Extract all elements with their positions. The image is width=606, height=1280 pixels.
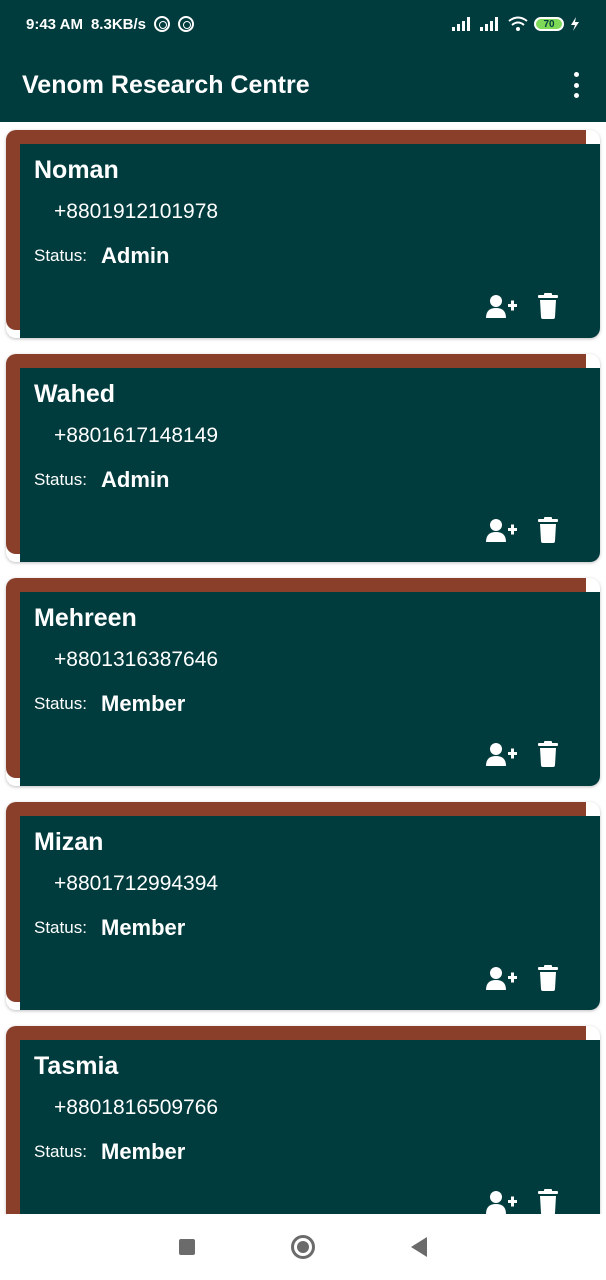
member-card[interactable]: Mizan +8801712994394 Status: Member [6,802,600,1010]
home-button[interactable] [291,1235,315,1259]
add-user-icon[interactable] [486,964,518,992]
member-name: Tasmia [34,1052,119,1080]
member-card[interactable]: Wahed +8801617148149 Status: Admin [6,354,600,562]
member-name: Mizan [34,828,104,856]
member-phone: +8801617148149 [54,424,219,447]
delete-icon[interactable] [532,516,564,544]
status-network-speed: 8.3KB/s [90,15,146,33]
member-phone: +8801712994394 [54,872,219,895]
member-status: Admin [101,243,170,268]
add-user-icon[interactable] [486,292,518,320]
delete-icon[interactable] [532,292,564,320]
system-nav-bar [0,1214,606,1280]
sync-icon [154,16,170,32]
status-label: Status: [34,470,87,489]
charging-icon [571,17,579,31]
app-bar: Venom Research Centre [0,48,606,122]
member-card[interactable]: Mehreen +8801316387646 Status: Member [6,578,600,786]
member-phone: +8801912101978 [54,200,219,223]
member-name: Noman [34,156,119,184]
add-user-icon[interactable] [486,1188,518,1214]
battery-icon: 70 [534,17,564,31]
signal-icon [452,17,470,31]
status-label: Status: [34,918,87,937]
hotspot-icon [178,16,194,32]
status-bar: 9:43 AM 8.3KB/s 70 [0,0,606,48]
member-status: Member [101,691,186,716]
page-title: Venom Research Centre [22,70,310,99]
member-status: Member [101,915,186,940]
status-time: 9:43 AM [26,15,83,33]
member-phone: +8801316387646 [54,648,219,671]
card-panel: Noman +8801912101978 Status: Admin [20,144,600,338]
member-phone: +8801816509766 [54,1096,219,1119]
member-name: Mehreen [34,604,137,632]
member-name: Wahed [34,380,116,408]
delete-icon[interactable] [532,1188,564,1214]
wifi-icon [508,16,528,31]
delete-icon[interactable] [532,740,564,768]
member-card[interactable]: Noman +8801912101978 Status: Admin [6,130,600,338]
add-user-icon[interactable] [486,516,518,544]
status-label: Status: [34,1142,87,1161]
signal-icon [480,17,498,31]
member-card[interactable]: Tasmia +8801816509766 Status: Member [6,1026,600,1214]
recents-button[interactable] [179,1239,195,1255]
member-status: Member [101,1139,186,1164]
add-user-icon[interactable] [486,740,518,768]
overflow-menu-icon[interactable] [564,72,588,98]
delete-icon[interactable] [532,964,564,992]
member-status: Admin [101,467,170,492]
card-panel: Mizan +8801712994394 Status: Member [20,816,600,1010]
back-button[interactable] [411,1237,427,1257]
status-label: Status: [34,246,87,265]
card-panel: Mehreen +8801316387646 Status: Member [20,592,600,786]
card-panel: Tasmia +8801816509766 Status: Member [20,1040,600,1214]
member-list[interactable]: Noman +8801912101978 Status: Admin Wahed… [0,122,606,1214]
card-panel: Wahed +8801617148149 Status: Admin [20,368,600,562]
status-label: Status: [34,694,87,713]
